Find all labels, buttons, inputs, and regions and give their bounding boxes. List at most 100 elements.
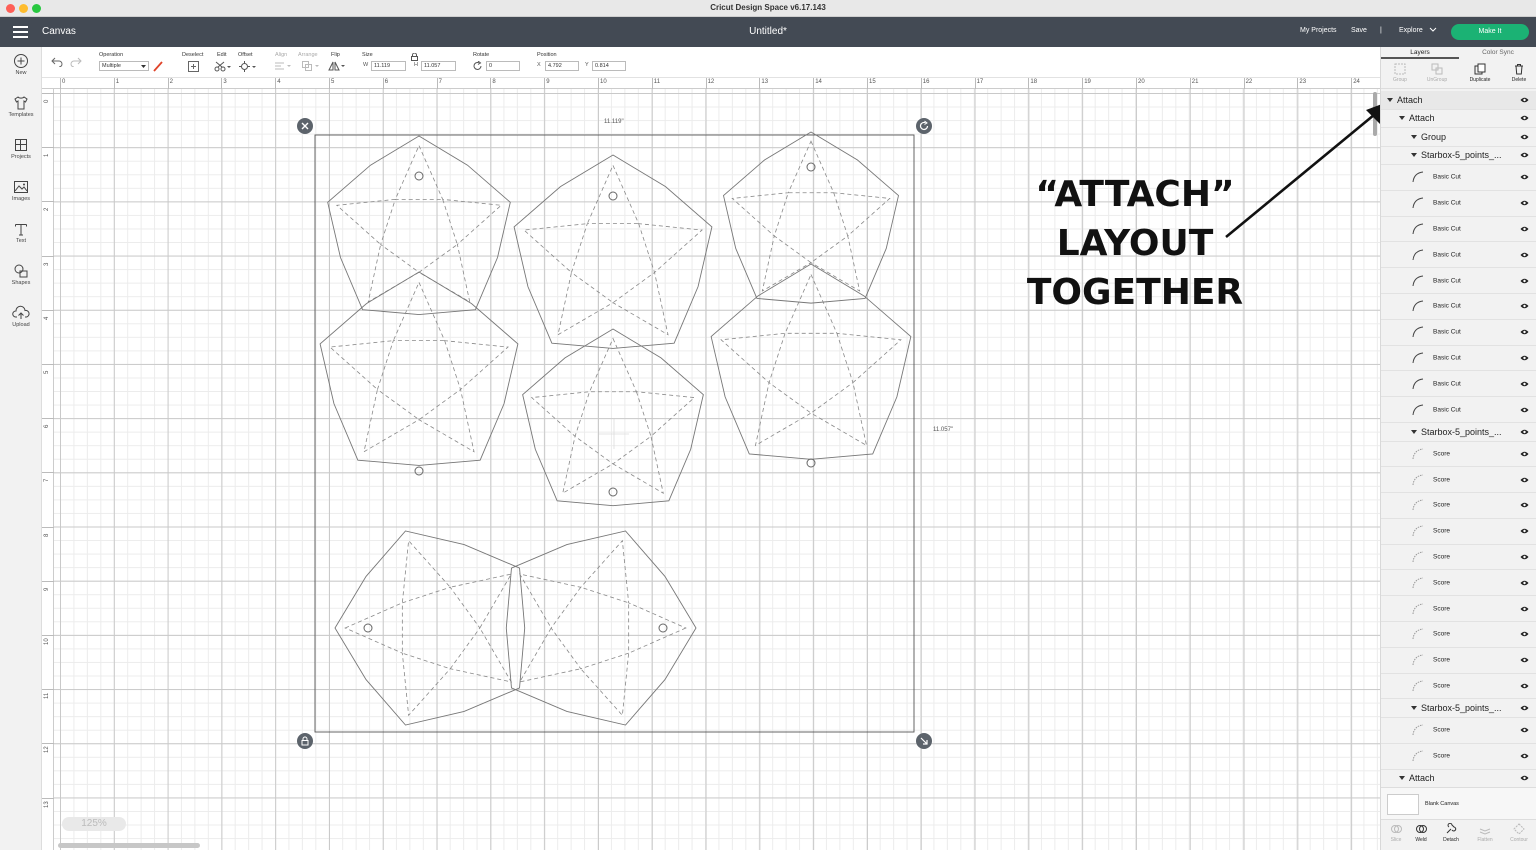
expand-caret-icon[interactable] — [1411, 134, 1417, 139]
layer-group-row[interactable]: Starbox-5_points_... — [1381, 146, 1536, 165]
layer-group-row[interactable]: Attach — [1381, 109, 1536, 128]
flip-icon[interactable] — [328, 61, 346, 72]
layer-row[interactable]: Score — [1381, 441, 1536, 468]
visibility-eye-icon[interactable] — [1520, 477, 1529, 483]
visibility-eye-icon[interactable] — [1520, 631, 1529, 637]
layer-row[interactable]: Basic Cut — [1381, 242, 1536, 269]
layer-row[interactable]: Basic Cut — [1381, 216, 1536, 243]
visibility-eye-icon[interactable] — [1520, 329, 1529, 335]
rotate-input[interactable]: 0 — [486, 61, 520, 71]
layer-group-row[interactable]: Group — [1381, 128, 1536, 147]
expand-caret-icon[interactable] — [1399, 116, 1405, 121]
layer-row[interactable]: Basic Cut — [1381, 319, 1536, 346]
y-position-input[interactable]: 0.814 — [592, 61, 626, 71]
visibility-eye-icon[interactable] — [1520, 727, 1529, 733]
layer-row[interactable]: Basic Cut — [1381, 190, 1536, 217]
linetype-color-swatch-icon[interactable] — [152, 60, 164, 72]
detach-button[interactable]: Detach — [1436, 822, 1466, 843]
group-button[interactable]: Group — [1381, 63, 1419, 83]
layer-group-row[interactable]: Starbox-5_points_... — [1381, 699, 1536, 718]
sidebar-item-shapes[interactable]: Shapes — [0, 263, 42, 286]
layer-row[interactable]: Basic Cut — [1381, 371, 1536, 398]
my-projects-button[interactable]: My Projects — [1300, 27, 1337, 34]
layer-row[interactable]: Score — [1381, 718, 1536, 744]
undo-icon[interactable] — [50, 55, 64, 67]
x-position-input[interactable]: 4.792 — [545, 61, 579, 71]
selection-resize-button[interactable] — [916, 733, 932, 749]
width-input[interactable]: 11.119 — [371, 61, 406, 71]
layer-row[interactable]: Score — [1381, 467, 1536, 494]
visibility-eye-icon[interactable] — [1520, 97, 1529, 103]
layer-row[interactable]: Basic Cut — [1381, 345, 1536, 372]
layer-row[interactable]: Score — [1381, 647, 1536, 674]
visibility-eye-icon[interactable] — [1520, 580, 1529, 586]
sidebar-item-templates[interactable]: Templates — [0, 95, 42, 118]
expand-caret-icon[interactable] — [1399, 776, 1405, 781]
expand-caret-icon[interactable] — [1411, 429, 1417, 434]
layer-row[interactable]: Basic Cut — [1381, 268, 1536, 294]
visibility-eye-icon[interactable] — [1520, 355, 1529, 361]
visibility-eye-icon[interactable] — [1520, 753, 1529, 759]
layer-row[interactable]: Score — [1381, 673, 1536, 700]
sidebar-item-new[interactable]: New — [0, 53, 42, 76]
selection-rotate-button[interactable] — [916, 118, 932, 134]
visibility-eye-icon[interactable] — [1520, 303, 1529, 309]
visibility-eye-icon[interactable] — [1520, 705, 1529, 711]
duplicate-button[interactable]: Duplicate — [1461, 63, 1499, 83]
layer-row[interactable]: Score — [1381, 518, 1536, 545]
operation-select[interactable]: Multiple — [99, 61, 149, 71]
layer-row[interactable]: Score — [1381, 544, 1536, 571]
sidebar-item-projects[interactable]: Projects — [0, 137, 42, 160]
visibility-eye-icon[interactable] — [1520, 152, 1529, 158]
visibility-eye-icon[interactable] — [1520, 429, 1529, 435]
selection-delete-button[interactable] — [297, 118, 313, 134]
visibility-eye-icon[interactable] — [1520, 174, 1529, 180]
layer-row[interactable]: Score — [1381, 570, 1536, 597]
visibility-eye-icon[interactable] — [1520, 226, 1529, 232]
make-it-button[interactable]: Make It — [1451, 24, 1529, 40]
visibility-eye-icon[interactable] — [1520, 683, 1529, 689]
layer-row[interactable]: Basic Cut — [1381, 294, 1536, 320]
layer-row[interactable]: Basic Cut — [1381, 397, 1536, 423]
ungroup-button[interactable]: UnGroup — [1418, 63, 1456, 83]
expand-caret-icon[interactable] — [1411, 706, 1417, 711]
tab-layers[interactable]: Layers — [1381, 47, 1459, 59]
visibility-eye-icon[interactable] — [1520, 134, 1529, 140]
visibility-eye-icon[interactable] — [1520, 528, 1529, 534]
horizontal-scrollbar[interactable] — [58, 843, 200, 848]
edit-scissors-icon[interactable] — [214, 61, 232, 72]
offset-icon[interactable] — [239, 61, 257, 72]
visibility-eye-icon[interactable] — [1520, 554, 1529, 560]
layer-row[interactable]: Score — [1381, 622, 1536, 648]
layer-group-row[interactable]: Attach — [1381, 91, 1536, 110]
deselect-icon[interactable] — [188, 61, 199, 72]
visibility-eye-icon[interactable] — [1520, 381, 1529, 387]
blank-canvas-swatch[interactable] — [1387, 794, 1419, 815]
visibility-eye-icon[interactable] — [1520, 252, 1529, 258]
sidebar-item-images[interactable]: Images — [0, 179, 42, 202]
layer-group-row[interactable]: Starbox-5_points_... — [1381, 423, 1536, 442]
expand-caret-icon[interactable] — [1387, 97, 1393, 102]
layer-row[interactable]: Basic Cut — [1381, 165, 1536, 191]
layer-row[interactable]: Score — [1381, 596, 1536, 623]
visibility-eye-icon[interactable] — [1520, 657, 1529, 663]
sidebar-item-upload[interactable]: Upload — [0, 305, 42, 328]
selection-lock-button[interactable] — [297, 733, 313, 749]
delete-button[interactable]: Delete — [1500, 63, 1536, 83]
align-icon[interactable] — [274, 62, 292, 72]
contour-button[interactable]: Contour — [1504, 823, 1534, 843]
layer-row[interactable]: Score — [1381, 493, 1536, 519]
layer-group-row[interactable]: Attach — [1381, 769, 1536, 787]
weld-button[interactable]: Weld — [1406, 823, 1436, 843]
redo-icon[interactable] — [69, 55, 83, 67]
visibility-eye-icon[interactable] — [1520, 115, 1529, 121]
visibility-eye-icon[interactable] — [1520, 775, 1529, 781]
zoom-control[interactable]: 125% — [62, 817, 126, 831]
visibility-eye-icon[interactable] — [1520, 200, 1529, 206]
lock-icon[interactable] — [411, 53, 418, 61]
tab-color-sync[interactable]: Color Sync — [1459, 47, 1536, 59]
visibility-eye-icon[interactable] — [1520, 606, 1529, 612]
visibility-eye-icon[interactable] — [1520, 278, 1529, 284]
arrange-icon[interactable] — [302, 61, 320, 72]
flatten-button[interactable]: Flatten — [1470, 823, 1500, 843]
